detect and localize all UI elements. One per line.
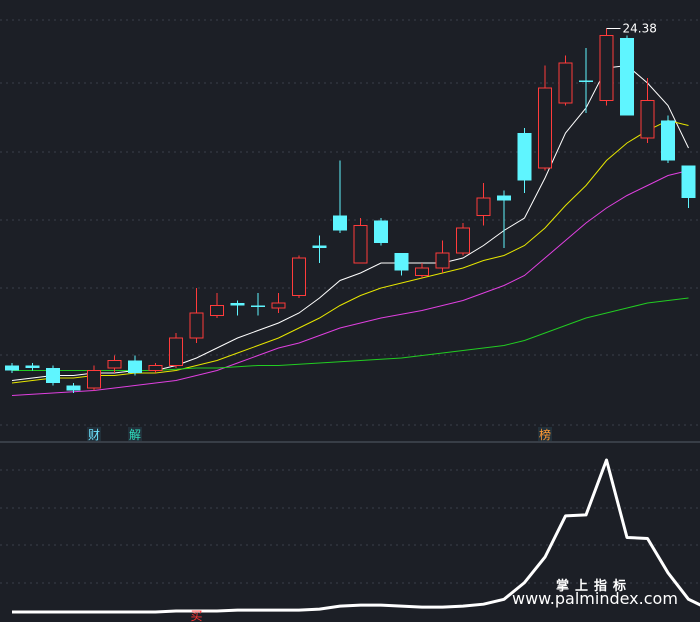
candle-body (107, 360, 122, 369)
signal-marker: 财 (88, 428, 100, 442)
candle-body (620, 38, 634, 116)
candle-body (251, 305, 265, 307)
candle-body (148, 365, 163, 371)
candle-body (435, 252, 450, 269)
candle-body (599, 35, 614, 101)
candle-body (415, 267, 429, 276)
high-label: 24.38 (623, 22, 657, 36)
watermark-url: www.palmindex.com (512, 589, 678, 608)
candle-body (230, 303, 245, 306)
signal-marker: 榜 (539, 427, 551, 442)
candle-body (497, 195, 511, 201)
ma-line (12, 297, 689, 371)
candle-body (312, 245, 327, 248)
signal-marker: 解 (129, 428, 141, 442)
candle-body (538, 87, 552, 169)
ma-line (11, 119, 689, 384)
candle-body (66, 385, 81, 391)
candle-body (292, 257, 306, 296)
signal-marker: 买 (190, 609, 202, 622)
candle-body (476, 197, 491, 216)
candle-body (210, 305, 224, 316)
candle-body (353, 225, 368, 264)
candle-body (374, 220, 388, 243)
candle-body (128, 360, 142, 373)
candle-body (189, 312, 204, 339)
candle-body (394, 253, 409, 271)
candle-body (517, 133, 532, 181)
candle-body (558, 62, 573, 104)
candle-body (333, 215, 347, 231)
candle-body (579, 80, 593, 82)
candle-body (46, 368, 60, 383)
candle-body (169, 337, 183, 366)
candle-body (456, 227, 470, 254)
stock-chart: 24.38 财 解 榜买 (0, 19, 700, 622)
candle-body (25, 365, 40, 368)
candle-body (5, 365, 19, 371)
candle-body (271, 302, 286, 309)
candle-body (87, 370, 101, 389)
candle-body (681, 165, 696, 198)
ma-line (11, 64, 689, 381)
candle-body (640, 100, 655, 139)
candle-body (661, 120, 675, 161)
